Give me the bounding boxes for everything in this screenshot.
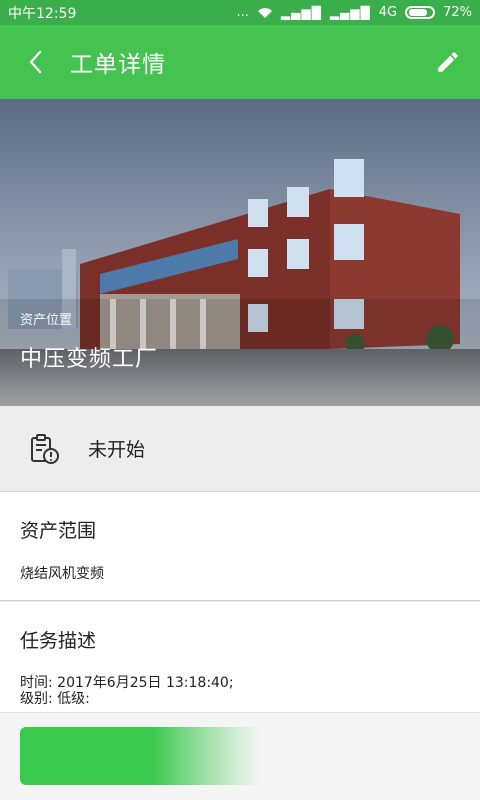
- status-text: 未开始: [88, 439, 146, 461]
- location-label: 资产位置: [20, 313, 73, 328]
- page-title: 工单详情: [70, 52, 166, 78]
- status-bar: 中午12:59 ... ▂▄▆█ ▂▄▆█ 4G 72%: [0, 0, 480, 25]
- location-value: 中压变频工厂: [20, 347, 159, 372]
- chevron-left-icon: [29, 50, 42, 74]
- pencil-icon: [438, 52, 458, 72]
- bottom-bar: [0, 712, 480, 800]
- clipboard-clock-icon: [31, 433, 59, 464]
- asset-scope-title: 资产范围: [20, 520, 97, 542]
- action-button[interactable]: [20, 727, 260, 785]
- asset-scope-value: 烧结风机变频: [20, 566, 104, 582]
- signal-icon-2: ▂▄▆█: [329, 5, 371, 20]
- back-button[interactable]: [0, 25, 70, 99]
- battery-icon: [405, 6, 436, 19]
- signal-icon: ▂▄▆█: [280, 5, 322, 20]
- asset-photo: 资产位置 中压变频工厂: [0, 99, 480, 406]
- task-section: 任务描述 时间: 2017年6月25日 13:18:40; 级别: 低级:: [0, 602, 480, 712]
- app-bar: 工单详情: [0, 25, 480, 99]
- asset-scope-section: 资产范围 烧结风机变频: [0, 492, 480, 601]
- task-time: 时间: 2017年6月25日 13:18:40;: [20, 675, 234, 691]
- status-row: 未开始: [0, 406, 480, 492]
- edit-button[interactable]: [416, 25, 480, 99]
- status-time: 中午12:59: [8, 5, 77, 22]
- task-level: 级别: 低级:: [20, 691, 90, 707]
- dots-indicator: ...: [236, 5, 249, 20]
- network-type: 4G: [378, 5, 398, 20]
- wifi-icon: [257, 7, 272, 18]
- task-title: 任务描述: [20, 630, 97, 652]
- battery-percent: 72%: [443, 5, 472, 20]
